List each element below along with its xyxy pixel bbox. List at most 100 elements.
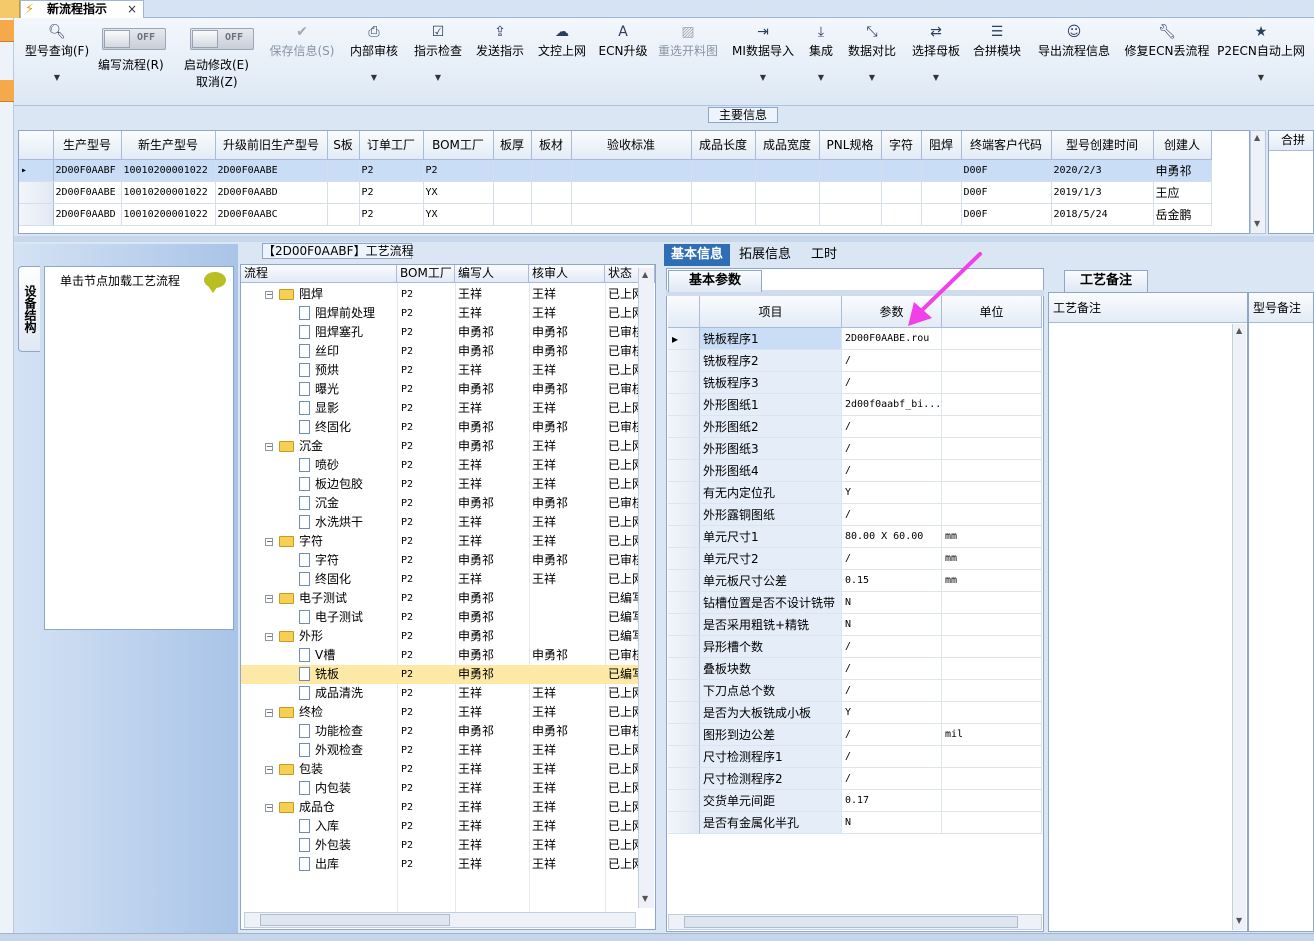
param-value[interactable]: / bbox=[842, 724, 942, 746]
model-col-header[interactable]: 字符 bbox=[881, 131, 922, 160]
row-indicator[interactable] bbox=[668, 724, 700, 746]
process-remark-grid[interactable]: 工艺备注 bbox=[1048, 292, 1248, 932]
table-cell[interactable] bbox=[921, 203, 962, 226]
param-row[interactable]: 外形图纸1 2d00f0aabf_bi... bbox=[668, 394, 1042, 416]
tree-node[interactable]: 喷砂 P2 王祥 王祥 已上网 bbox=[241, 456, 641, 475]
table-cell[interactable] bbox=[881, 159, 922, 182]
param-value[interactable]: Y bbox=[842, 482, 942, 504]
param-value[interactable]: / bbox=[842, 680, 942, 702]
table-cell[interactable] bbox=[531, 181, 572, 204]
model-col-header[interactable]: 终端客户代码 bbox=[961, 131, 1052, 160]
remark-col-process[interactable]: 工艺备注 bbox=[1049, 293, 1247, 323]
tree-node[interactable]: − 成品仓 P2 王祥 王祥 已上网 bbox=[241, 798, 641, 817]
device-tree[interactable] bbox=[44, 266, 234, 630]
table-cell[interactable] bbox=[571, 203, 692, 226]
integrate-button[interactable]: ⤓ 集成 ▼ bbox=[804, 22, 838, 102]
select-master-button[interactable]: ⇄ 选择母板 ▼ bbox=[908, 22, 964, 102]
row-indicator[interactable] bbox=[668, 482, 700, 504]
table-cell[interactable] bbox=[691, 159, 756, 182]
table-cell[interactable] bbox=[881, 203, 922, 226]
row-indicator[interactable]: ▸ bbox=[668, 328, 700, 350]
tree-node[interactable]: 沉金 P2 申勇祁 申勇祁 已审核 bbox=[241, 494, 641, 513]
row-indicator[interactable] bbox=[19, 203, 54, 226]
row-indicator[interactable] bbox=[668, 504, 700, 526]
param-value[interactable]: N bbox=[842, 812, 942, 834]
table-cell[interactable] bbox=[493, 159, 532, 182]
tree-node[interactable]: − 终检 P2 王祥 王祥 已上网 bbox=[241, 703, 641, 722]
row-indicator[interactable] bbox=[668, 636, 700, 658]
param-value[interactable]: 2d00f0aabf_bi... bbox=[842, 394, 942, 416]
model-grid[interactable]: 生产型号 新生产型号 升级前旧生产型号 S板 订单工厂 BOM工厂 板厚 板材 验收标准 成品长度… bbox=[18, 130, 1250, 234]
model-col-header[interactable]: 验收标准 bbox=[571, 131, 692, 160]
scroll-down-icon[interactable]: ▼ bbox=[1254, 219, 1260, 228]
table-cell[interactable] bbox=[327, 203, 360, 226]
tab-basic-info[interactable]: 基本信息 bbox=[664, 244, 730, 266]
process-remark-tab[interactable]: 工艺备注 bbox=[1064, 270, 1148, 292]
cancel-button[interactable]: 取消(Z) bbox=[196, 73, 238, 90]
export-flow-button[interactable]: ☺ 导出流程信息 bbox=[1032, 22, 1116, 102]
model-query-button[interactable]: 🔍︎ 型号查询(F) ▼ bbox=[20, 22, 94, 102]
row-indicator[interactable] bbox=[668, 416, 700, 438]
tree-node[interactable]: 字符 P2 申勇祁 申勇祁 已审核 bbox=[241, 551, 641, 570]
remark-col-model[interactable]: 型号备注 bbox=[1249, 293, 1313, 323]
table-cell[interactable] bbox=[691, 181, 756, 204]
param-row[interactable]: 异形槽个数 / bbox=[668, 636, 1042, 658]
param-row[interactable]: 是否有金属化半孔 N bbox=[668, 812, 1042, 834]
tree-node[interactable]: 阻焊前处理 P2 王祥 王祥 已上网 bbox=[241, 304, 641, 323]
ecn-upgrade-button[interactable]: A ECN升级 bbox=[598, 22, 648, 102]
param-value[interactable]: 0.15 bbox=[842, 570, 942, 592]
model-col-header[interactable]: 新生产型号 bbox=[121, 131, 216, 160]
param-row[interactable]: 外形图纸3/ bbox=[668, 438, 1042, 460]
row-indicator[interactable] bbox=[668, 812, 700, 834]
close-icon[interactable]: × bbox=[127, 1, 137, 17]
fix-ecn-button[interactable]: 🔧︎ 修复ECN丢流程 bbox=[1120, 22, 1214, 102]
table-cell[interactable]: YX bbox=[423, 181, 494, 204]
model-col-header[interactable]: PNL规格 bbox=[819, 131, 882, 160]
basic-params-tab[interactable]: 基本参数 bbox=[668, 270, 762, 292]
param-col-item[interactable]: 项目 bbox=[700, 296, 842, 328]
tab-new-flow-instruction[interactable]: ⚡ 新流程指示 × bbox=[20, 0, 144, 18]
merge-module-button[interactable]: ☰ 合拼模块 bbox=[972, 22, 1022, 102]
table-cell[interactable]: 岳金鹏 bbox=[1153, 203, 1212, 226]
collapse-icon[interactable]: − bbox=[265, 633, 273, 641]
model-remark-grid[interactable]: 型号备注 bbox=[1248, 292, 1314, 932]
save-info-button[interactable]: ✔ 保存信息(S) bbox=[266, 22, 338, 102]
flow-col-writer[interactable]: 编写人 bbox=[455, 265, 529, 283]
dock-item[interactable] bbox=[0, 80, 14, 102]
param-row[interactable]: 铣板程序3/ bbox=[668, 372, 1042, 394]
internal-review-button[interactable]: ⎙ 内部审核 ▼ bbox=[346, 22, 402, 102]
model-col-header[interactable]: 成品宽度 bbox=[755, 131, 820, 160]
tree-node[interactable]: − 阻焊 P2 王祥 王祥 已上网 bbox=[241, 285, 641, 304]
collapse-icon[interactable]: − bbox=[265, 538, 273, 546]
param-value[interactable]: / bbox=[842, 460, 942, 482]
param-row[interactable]: 有无内定位孔 Y bbox=[668, 482, 1042, 504]
row-indicator[interactable] bbox=[668, 570, 700, 592]
table-row[interactable]: 2D00F0AABD 10010200001022 2D00F0AABC P2 YX D0… bbox=[19, 203, 1212, 226]
flow-col-bom[interactable]: BOM工厂 bbox=[397, 265, 455, 283]
row-indicator[interactable] bbox=[668, 746, 700, 768]
model-col-header[interactable]: S板 bbox=[327, 131, 360, 160]
scroll-down-icon[interactable]: ▼ bbox=[642, 894, 648, 903]
instruction-check-button[interactable]: ☑ 指示检查 ▼ bbox=[410, 22, 466, 102]
device-structure-tab[interactable]: 设备结构 bbox=[18, 266, 40, 352]
row-indicator[interactable] bbox=[668, 372, 700, 394]
param-row[interactable]: 下刀点总个数 / bbox=[668, 680, 1042, 702]
tree-node[interactable]: 外包装 P2 王祥 王祥 已上网 bbox=[241, 836, 641, 855]
row-indicator[interactable] bbox=[668, 460, 700, 482]
row-indicator[interactable] bbox=[668, 658, 700, 680]
scroll-up-icon[interactable]: ▲ bbox=[1236, 326, 1242, 335]
table-cell[interactable]: 2019/1/3 bbox=[1051, 181, 1154, 204]
table-cell[interactable] bbox=[755, 159, 820, 182]
tree-node[interactable]: 成品清洗 P2 王祥 王祥 已上网 bbox=[241, 684, 641, 703]
model-col-header[interactable]: 阻焊 bbox=[921, 131, 962, 160]
table-cell[interactable]: P2 bbox=[359, 159, 424, 182]
table-cell[interactable]: 2D00F0AABF bbox=[53, 159, 122, 182]
tree-node[interactable]: − 电子测试 P2 申勇祁 已编写 bbox=[241, 589, 641, 608]
table-cell[interactable]: YX bbox=[423, 203, 494, 226]
param-row[interactable]: 是否为大板铣成小板 Y bbox=[668, 702, 1042, 724]
tree-node[interactable]: − 包装 P2 王祥 王祥 已上网 bbox=[241, 760, 641, 779]
flow-vscrollbar[interactable]: ▲ ▼ bbox=[638, 268, 654, 908]
table-cell[interactable] bbox=[531, 203, 572, 226]
tree-node[interactable]: 功能检查 P2 申勇祁 申勇祁 已审核 bbox=[241, 722, 641, 741]
send-instruction-button[interactable]: ⇪ 发送指示 bbox=[472, 22, 528, 102]
